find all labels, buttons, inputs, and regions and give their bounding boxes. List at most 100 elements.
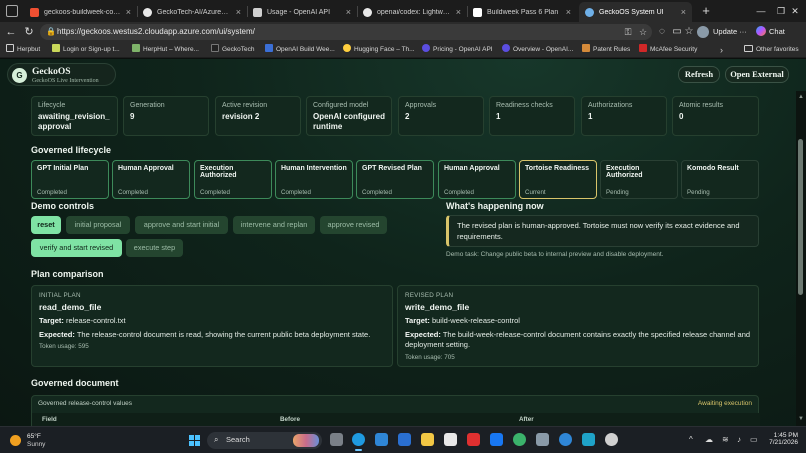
close-tab-icon[interactable]: × (346, 7, 351, 17)
store-icon[interactable] (444, 433, 457, 446)
bookmark-favicon-icon (52, 44, 60, 52)
governed-document-heading: Governed document (31, 378, 119, 388)
bookmark-item[interactable]: Login or Sign-up t... (52, 42, 120, 58)
app-icon[interactable] (536, 433, 549, 446)
open-external-button[interactable]: Open External (725, 66, 789, 83)
lifecycle-step-komodo-result: Komodo Result Pending (681, 160, 759, 199)
close-window-icon[interactable]: ✕ (780, 0, 806, 22)
folder-icon (744, 45, 753, 52)
volume-icon[interactable]: ♪ (737, 435, 741, 444)
copilot-chat-button[interactable]: Chat (756, 25, 785, 39)
lifecycle-heading: Governed lifecycle (31, 145, 112, 155)
scrollbar-thumb[interactable] (798, 139, 803, 295)
stat-card-authorizations: Authorizations 1 (581, 96, 667, 136)
reload-icon[interactable]: ↻ (22, 25, 36, 39)
page-scrollbar[interactable]: ▲ ▼ (796, 91, 806, 426)
wifi-icon[interactable]: ≋ (722, 435, 729, 444)
onedrive-icon[interactable]: ☁ (705, 435, 713, 444)
document-status-badge: Awaiting execution (697, 400, 752, 407)
scroll-up-icon[interactable]: ▲ (797, 93, 805, 101)
lifecycle-step-gpt-initial-plan: GPT Initial Plan Completed (31, 160, 109, 199)
windows-start-icon[interactable] (189, 435, 200, 446)
task-view-icon[interactable] (330, 433, 343, 446)
help-icon[interactable] (559, 433, 572, 446)
close-tab-icon[interactable]: × (566, 7, 571, 17)
key-icon[interactable]: ⚿ (622, 26, 634, 38)
openai-favicon-icon (253, 7, 262, 17)
reset-button[interactable]: reset (31, 216, 61, 234)
plan-comparison-heading: Plan comparison (31, 269, 104, 279)
bookmark-favicon-icon (265, 44, 273, 52)
search-highlight-image (293, 434, 319, 447)
battery-icon[interactable]: ▭ (750, 435, 758, 444)
taskbar-search[interactable]: ⌕ Search (207, 432, 322, 449)
favorites-icon[interactable]: ☆ (682, 25, 696, 39)
lifecycle-step-execution-authorized: Execution Authorized Completed (194, 160, 272, 199)
stat-card-configured-model: Configured model OpenAI configured runti… (306, 96, 392, 136)
vscode-icon[interactable] (375, 433, 388, 446)
browser-tab[interactable]: Usage - OpenAI API × (247, 2, 357, 22)
tray-chevron-icon[interactable]: ^ (689, 435, 693, 444)
bookmark-item[interactable]: Patent Rules (582, 42, 630, 58)
taskbar-clock[interactable]: 1:45 PM 7/21/2026 (766, 432, 798, 446)
settings-gear-icon[interactable] (605, 433, 618, 446)
update-button[interactable]: Update ··· (713, 25, 747, 39)
browser-tab[interactable]: GeckoTech-AI/AzureVM: De × (137, 2, 247, 22)
github-favicon-icon (363, 7, 372, 17)
profile-avatar[interactable] (697, 26, 709, 38)
more-bookmarks-icon[interactable]: › (720, 42, 723, 58)
stat-card-active-revision: Active revision revision 2 (215, 96, 301, 136)
execute-step-button[interactable]: execute step (126, 239, 183, 257)
address-bar[interactable]: 🔒 https://geckoos.westus2.cloudapp.azure… (40, 24, 652, 40)
back-icon[interactable]: ← (4, 25, 18, 39)
sun-icon (10, 435, 21, 446)
lifecycle-step-gpt-revised-plan: GPT Revised Plan Completed (356, 160, 434, 199)
close-tab-icon[interactable]: × (681, 7, 686, 17)
intervene-and-replan-button[interactable]: intervene and replan (233, 216, 315, 234)
refresh-button[interactable]: Refresh (678, 66, 720, 83)
extensions-icon[interactable]: ◌ (655, 25, 669, 39)
favorite-star-icon[interactable]: ☆ (637, 26, 649, 38)
brand-subtitle: GeckoOS Live Intervention (32, 77, 99, 84)
bookmark-item[interactable]: GeckoTech (211, 42, 255, 58)
new-tab-icon[interactable]: + (697, 2, 715, 20)
geckoos-logo: G (12, 68, 27, 83)
browser-tab-active[interactable]: GeckoOS System UI × (579, 2, 692, 22)
lifecycle-step-human-intervention: Human Intervention Completed (275, 160, 353, 199)
verify-and-start-revised-button[interactable]: verify and start revised (31, 239, 122, 257)
browser-tab[interactable]: geckoos-buildweek-core-ip × (24, 2, 137, 22)
column-header-field: Field (42, 416, 57, 423)
outlook-icon[interactable] (398, 433, 411, 446)
bookmark-item[interactable]: Herpbut (6, 42, 40, 58)
approve-and-start-initial-button[interactable]: approve and start initial (135, 216, 228, 234)
approve-revised-button[interactable]: approve revised (320, 216, 387, 234)
tab-actions-icon[interactable] (6, 5, 18, 17)
chrome-icon[interactable] (513, 433, 526, 446)
close-tab-icon[interactable]: × (456, 7, 461, 17)
app-icon[interactable] (582, 433, 595, 446)
edge-browser-icon[interactable] (352, 433, 365, 451)
demo-controls-heading: Demo controls (31, 201, 95, 211)
folder-icon (6, 44, 14, 52)
bookmark-item[interactable]: Hugging Face – Th... (343, 42, 415, 58)
browser-tab[interactable]: Buildweek Pass 6 Plan × (467, 2, 577, 22)
bookmark-item[interactable]: HerpHut – Where... (132, 42, 199, 58)
bookmark-item[interactable]: Pricing - OpenAI API (422, 42, 493, 58)
bookmark-item[interactable]: OpenAI Build Wee... (265, 42, 335, 58)
demo-task-text: Demo task: Change public beta to interna… (446, 251, 664, 258)
initial-proposal-button[interactable]: initial proposal (66, 216, 130, 234)
close-tab-icon[interactable]: × (126, 7, 131, 17)
other-favorites-folder[interactable]: Other favorites (744, 42, 799, 58)
url-text[interactable]: https://geckoos.westus2.cloudapp.azure.c… (57, 24, 255, 40)
bookmark-item[interactable]: Overview - OpenAI... (502, 42, 573, 58)
hugging-face-icon (343, 44, 351, 52)
facebook-icon[interactable] (490, 433, 503, 446)
youtube-icon[interactable] (467, 433, 480, 446)
browser-tab[interactable]: openai/codex: Lightweight × (357, 2, 467, 22)
scroll-down-icon[interactable]: ▼ (797, 415, 805, 423)
bookmark-item[interactable]: McAfee Security (639, 42, 697, 58)
revised-plan-card: REVISED PLAN write_demo_file Target: bui… (397, 285, 759, 367)
bookmark-favicon-icon (502, 44, 510, 52)
file-explorer-icon[interactable] (421, 433, 434, 446)
close-tab-icon[interactable]: × (236, 7, 241, 17)
